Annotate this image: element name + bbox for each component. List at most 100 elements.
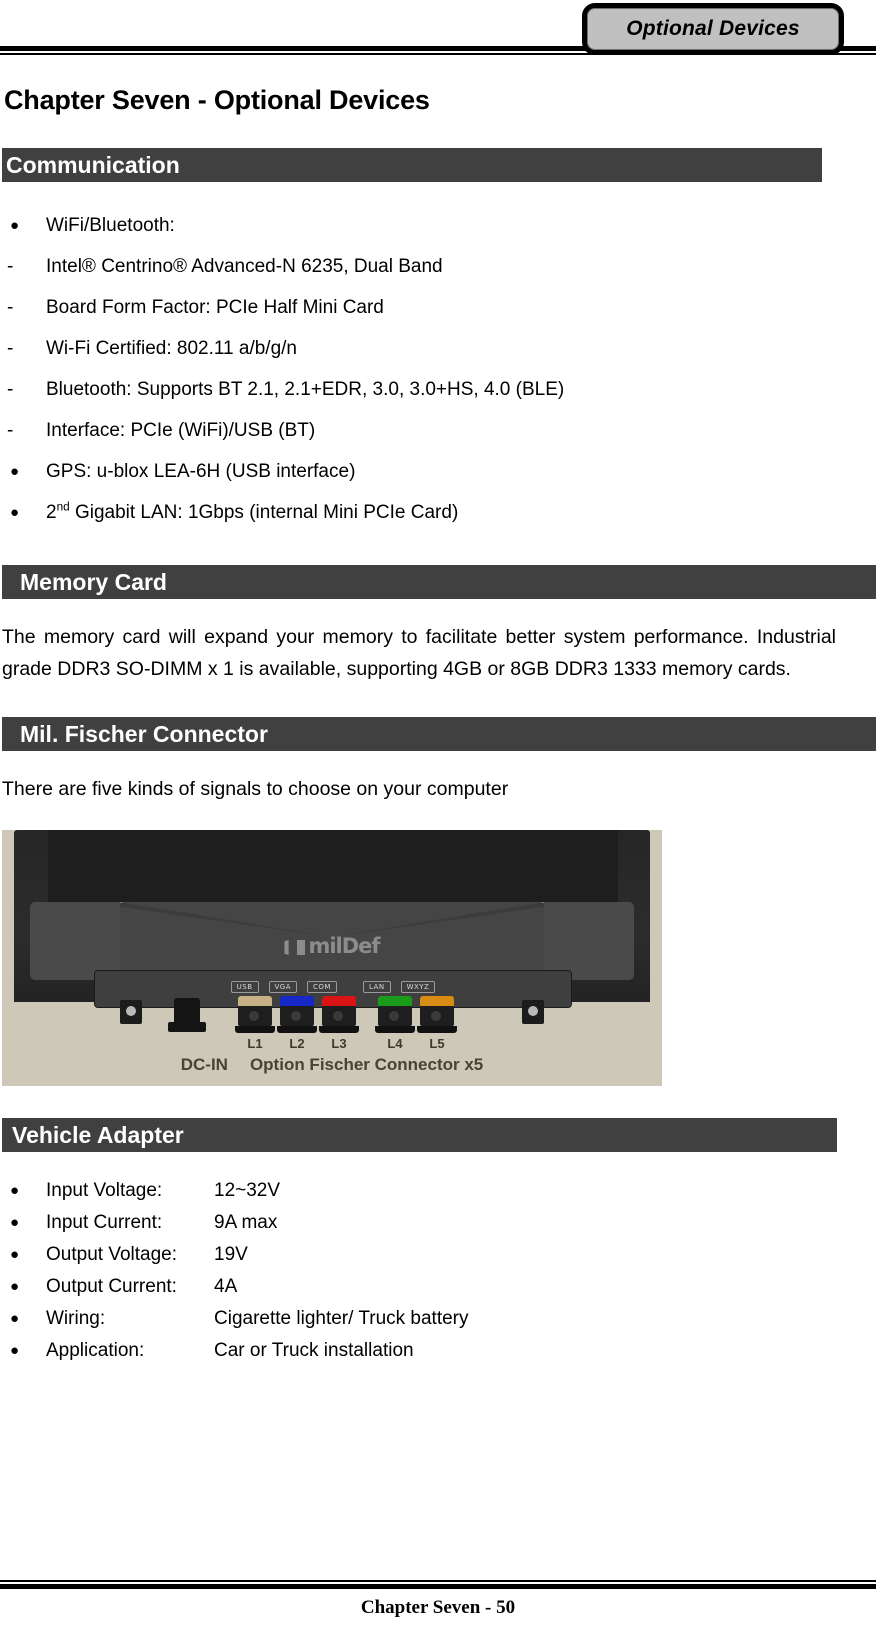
list-item: ● GPS: u-blox LEA-6H (USB interface) bbox=[2, 451, 874, 492]
fischer-connector-l3: L3 bbox=[319, 996, 359, 1051]
port-label-com: COM bbox=[307, 981, 337, 993]
fischer-body-l1 bbox=[238, 1006, 272, 1026]
figure-caption-main: Option Fischer Connector x5 bbox=[249, 1055, 484, 1074]
list-item-label: WiFi/Bluetooth: bbox=[46, 215, 175, 236]
list-item: ● WiFi/Bluetooth: bbox=[2, 205, 874, 246]
dash-icon: - bbox=[7, 297, 14, 318]
fischer-label-l1: L1 bbox=[247, 1036, 263, 1051]
list-item: - Bluetooth: Supports BT 2.1, 2.1+EDR, 3… bbox=[2, 369, 874, 410]
page-footer: Chapter Seven - 50 bbox=[0, 1580, 876, 1619]
list-item: - Wi-Fi Certified: 802.11 a/b/g/n bbox=[2, 328, 874, 369]
latch-screw-right bbox=[522, 1000, 544, 1024]
chapter-tab-badge: Optional Devices bbox=[582, 3, 844, 55]
dash-icon: - bbox=[7, 420, 14, 441]
list-item-label: Input Voltage: bbox=[46, 1180, 163, 1201]
fischer-cap-l5 bbox=[420, 996, 454, 1006]
list-item-label: Input Current: bbox=[46, 1212, 163, 1233]
list-item-label: GPS: u-blox LEA-6H (USB interface) bbox=[46, 461, 356, 482]
page-title: Chapter Seven - Optional Devices bbox=[4, 85, 430, 115]
bullet-icon: ● bbox=[10, 1246, 20, 1263]
fischer-label-l4: L4 bbox=[387, 1036, 403, 1051]
list-item: ● Input Voltage: 12~32V bbox=[2, 1175, 874, 1207]
dash-icon: - bbox=[7, 379, 14, 400]
list-item: ● Application: Car or Truck installation bbox=[2, 1335, 874, 1367]
fischer-label-l5: L5 bbox=[429, 1036, 445, 1051]
list-item-content: Output Current: 4A bbox=[46, 1271, 874, 1303]
lan-ordinal-suffix: nd bbox=[56, 500, 70, 514]
bullet-icon: ● bbox=[10, 504, 20, 521]
fischer-base-l3 bbox=[319, 1026, 359, 1033]
chapter-tab-badge-inner: Optional Devices bbox=[587, 8, 839, 50]
list-item-content: Input Voltage: 12~32V bbox=[46, 1175, 874, 1207]
fischer-base-l2 bbox=[277, 1026, 317, 1033]
list-item-label: Interface: PCIe (WiFi)/USB (BT) bbox=[46, 420, 316, 441]
list-item-label: Wi-Fi Certified: 802.11 a/b/g/n bbox=[46, 338, 297, 359]
list-item-label-lan: 2nd Gigabit LAN: 1Gbps (internal Mini PC… bbox=[46, 492, 874, 533]
fischer-paragraph: There are five kinds of signals to choos… bbox=[2, 778, 509, 800]
list-item-label: Output Voltage: bbox=[46, 1244, 177, 1265]
communication-spec-list: ● WiFi/Bluetooth: - Intel® Centrino® Adv… bbox=[2, 205, 874, 533]
section-heading-fischer-connector: Mil. Fischer Connector bbox=[2, 717, 876, 751]
list-item-value: 9A max bbox=[214, 1212, 278, 1233]
brand-logo: milDef bbox=[2, 934, 662, 958]
list-item: ● Input Current: 9A max bbox=[2, 1207, 874, 1239]
fischer-connector-l4: L4 bbox=[375, 996, 415, 1051]
lan-ordinal-number: 2 bbox=[46, 502, 57, 523]
figure-caption-dcin: DC-IN bbox=[180, 1055, 228, 1074]
section-heading-vehicle-adapter: Vehicle Adapter bbox=[2, 1118, 837, 1152]
bullet-icon: ● bbox=[10, 1342, 20, 1359]
list-item-value: Car or Truck installation bbox=[214, 1340, 414, 1361]
list-item: ● Wiring: Cigarette lighter/ Truck batter… bbox=[2, 1303, 874, 1335]
list-item: - Intel® Centrino® Advanced-N 6235, Dual… bbox=[2, 246, 874, 287]
latch-screw-left bbox=[120, 1000, 142, 1024]
list-item: ● Output Voltage: 19V bbox=[2, 1239, 874, 1271]
fischer-base-l5 bbox=[417, 1026, 457, 1033]
bullet-icon: ● bbox=[10, 217, 20, 234]
fischer-body-l3 bbox=[322, 1006, 356, 1026]
port-label-wxyz: WXYZ bbox=[400, 981, 436, 993]
list-item-content: Output Voltage: 19V bbox=[46, 1239, 874, 1271]
list-item: - Interface: PCIe (WiFi)/USB (BT) bbox=[2, 410, 874, 451]
dash-icon: - bbox=[7, 338, 14, 359]
list-item-label: Output Current: bbox=[46, 1276, 177, 1297]
brand-logo-mark bbox=[284, 940, 289, 955]
list-item-label: Intel® Centrino® Advanced-N 6235, Dual B… bbox=[46, 256, 443, 277]
port-label-vga: VGA bbox=[268, 981, 298, 993]
fischer-cap-l2 bbox=[280, 996, 314, 1006]
fischer-label-l2: L2 bbox=[289, 1036, 305, 1051]
fischer-label-l3: L3 bbox=[331, 1036, 347, 1051]
fischer-body-l4 bbox=[378, 1006, 412, 1026]
fischer-cap-l3 bbox=[322, 996, 356, 1006]
bullet-icon: ● bbox=[10, 1310, 20, 1327]
vehicle-adapter-spec-list: ● Input Voltage: 12~32V ● Input Current: 9… bbox=[2, 1175, 874, 1367]
fischer-base-l4 bbox=[375, 1026, 415, 1033]
page-content: Chapter Seven - Optional Devices Communi… bbox=[0, 85, 876, 1367]
footer-rule-thick bbox=[0, 1584, 876, 1589]
bullet-icon: ● bbox=[10, 1278, 20, 1295]
list-item-label: Wiring: bbox=[46, 1308, 106, 1329]
list-item-label: Application: bbox=[46, 1340, 145, 1361]
list-item: ● 2nd Gigabit LAN: 1Gbps (internal Mini … bbox=[2, 492, 874, 533]
dash-icon: - bbox=[7, 256, 14, 277]
bullet-icon: ● bbox=[10, 463, 20, 480]
list-item: ● Output Current: 4A bbox=[2, 1271, 874, 1303]
fischer-connector-l5: L5 bbox=[417, 996, 457, 1051]
fischer-connector-l2: L2 bbox=[277, 996, 317, 1051]
list-item: - Board Form Factor: PCIe Half Mini Card bbox=[2, 287, 874, 328]
memory-card-paragraph: The memory card will expand your memory … bbox=[2, 626, 836, 680]
list-item-value: 19V bbox=[214, 1244, 248, 1265]
list-item-label: Board Form Factor: PCIe Half Mini Card bbox=[46, 297, 384, 318]
bullet-icon: ● bbox=[10, 1182, 20, 1199]
document-page: Optional Devices Chapter Seven - Optiona… bbox=[0, 0, 876, 1629]
fischer-cap-l1 bbox=[238, 996, 272, 1006]
page-header: Optional Devices bbox=[0, 0, 876, 64]
list-item-content: Application: Car or Truck installation bbox=[46, 1335, 874, 1367]
footer-rule bbox=[0, 1580, 876, 1589]
chapter-tab-label: Optional Devices bbox=[626, 17, 800, 40]
fischer-body-l2 bbox=[280, 1006, 314, 1026]
lan-rest-text: Gigabit LAN: 1Gbps (internal Mini PCIe C… bbox=[69, 502, 459, 523]
fischer-base-l1 bbox=[235, 1026, 275, 1033]
fischer-connector-l1: L1 bbox=[235, 996, 275, 1051]
list-item-label: Bluetooth: Supports BT 2.1, 2.1+EDR, 3.0… bbox=[46, 379, 565, 400]
fischer-connector-row: L1 L2 L3 L4 L5 bbox=[235, 996, 458, 1051]
